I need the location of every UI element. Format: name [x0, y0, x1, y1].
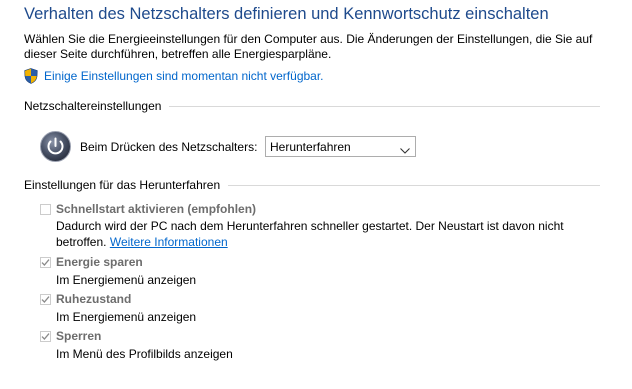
power-button-settings-header: Netzschaltereinstellungen	[24, 98, 600, 114]
chevron-down-icon	[400, 143, 410, 157]
unavailable-settings-link[interactable]: Einige Einstellungen sind momentan nicht…	[44, 69, 324, 83]
checkmark-icon	[41, 259, 50, 266]
hibernate-description: Im Energiemenü anzeigen	[56, 310, 197, 324]
lock-description: Im Menü des Profilbilds anzeigen	[56, 347, 233, 361]
shutdown-settings-header: Einstellungen für das Herunterfahren	[24, 177, 600, 193]
fast-startup-checkbox[interactable]	[40, 204, 51, 215]
uac-shield-icon	[24, 68, 38, 84]
fast-startup-description: Dadurch wird der PC nach dem Herunterfah…	[56, 219, 596, 250]
hibernate-checkbox[interactable]	[40, 294, 51, 305]
power-button-icon	[40, 131, 71, 167]
hibernate-title: Ruhezustand	[56, 292, 132, 306]
sleep-title: Energie sparen	[56, 255, 143, 269]
checkmark-icon	[41, 333, 50, 340]
sleep-checkbox[interactable]	[40, 257, 51, 268]
intro-text: Wählen Sie die Energieeinstellungen für …	[24, 32, 593, 61]
sleep-description: Im Energiemenü anzeigen	[56, 273, 197, 287]
lock-title: Sperren	[56, 329, 102, 343]
more-info-link[interactable]: Weitere Informationen	[110, 235, 228, 249]
power-button-settings-label: Netzschaltereinstellungen	[24, 99, 162, 113]
unavailable-settings-row[interactable]: Einige Einstellungen sind momentan nicht…	[24, 68, 324, 84]
checkmark-icon	[41, 296, 50, 303]
section-divider	[169, 105, 600, 107]
power-button-action-value: Herunterfahren	[270, 140, 351, 154]
section-divider	[228, 184, 600, 186]
lock-checkbox[interactable]	[40, 331, 51, 342]
fast-startup-title: Schnellstart aktivieren (empfohlen)	[56, 202, 257, 216]
power-button-action-label: Beim Drücken des Netzschalters:	[80, 140, 258, 154]
page-title: Verhalten des Netzschalters definieren u…	[24, 5, 549, 23]
power-button-action-select[interactable]: Herunterfahren	[265, 136, 416, 157]
shutdown-settings-label: Einstellungen für das Herunterfahren	[24, 178, 221, 192]
